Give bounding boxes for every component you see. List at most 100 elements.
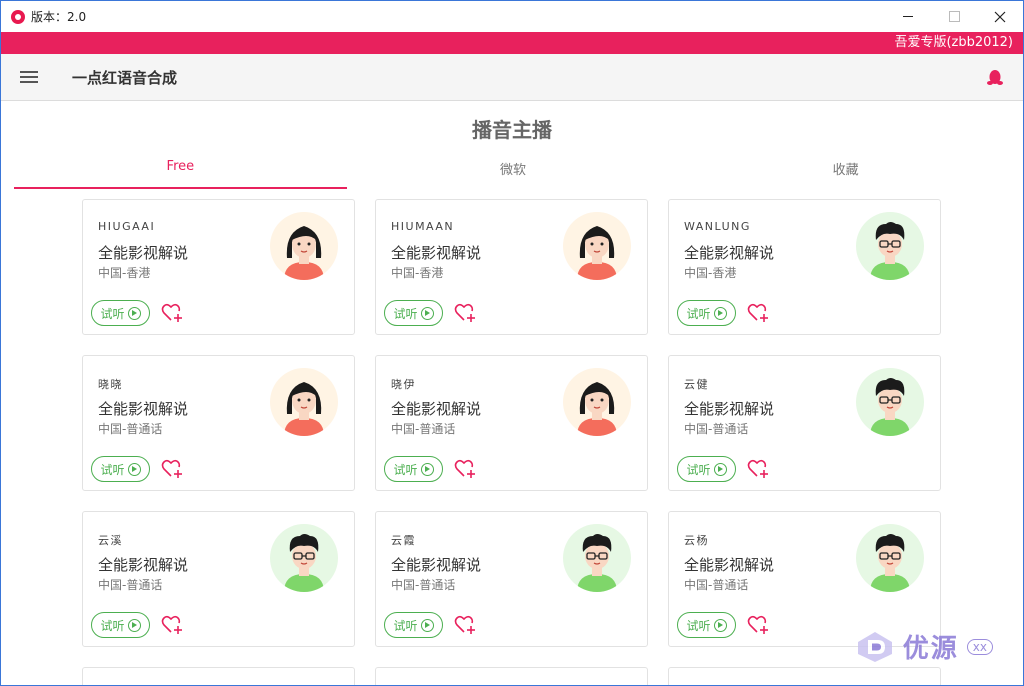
listen-button[interactable]: 试听: [91, 300, 150, 326]
listen-label: 试听: [100, 306, 125, 321]
watermark-logo-icon: [857, 631, 892, 662]
version-banner: 吾爱专版(zbb2012): [1, 32, 1023, 54]
female-avatar: [270, 212, 338, 280]
voice-card[interactable]: 晓晓全能影视解说中国-普通话 试听: [82, 355, 355, 491]
qq-penguin-icon[interactable]: [987, 69, 1003, 87]
voice-card[interactable]: 云霞全能影视解说中国-普通话 试听: [375, 511, 648, 647]
listen-label: 试听: [393, 462, 418, 477]
app-bar: 一点红语音合成: [1, 54, 1023, 101]
listen-label: 试听: [393, 618, 418, 633]
watermark-sub: xx: [966, 638, 993, 655]
listen-label: 试听: [100, 462, 125, 477]
male-avatar: [856, 368, 924, 436]
listen-button[interactable]: 试听: [677, 456, 736, 482]
female-avatar: [563, 212, 631, 280]
voice-description: 全能影视解说: [98, 244, 189, 262]
watermark: 优源 xx: [855, 628, 993, 665]
voice-region: 中国-普通话: [684, 422, 749, 436]
listen-button[interactable]: 试听: [384, 300, 443, 326]
window-title: 版本：2.0: [31, 10, 87, 24]
listen-label: 试听: [686, 306, 711, 321]
male-avatar: [856, 524, 924, 592]
window-controls: [885, 1, 1023, 32]
add-favorite-icon[interactable]: [161, 303, 183, 323]
male-avatar: [270, 524, 338, 592]
listen-label: 试听: [100, 618, 125, 633]
male-avatar: [563, 524, 631, 592]
listen-button[interactable]: 试听: [384, 456, 443, 482]
voice-name: 云溪: [98, 534, 123, 547]
voice-name: HIUMAAN: [391, 220, 455, 233]
listen-button[interactable]: 试听: [677, 300, 736, 326]
play-icon: [713, 306, 727, 320]
voice-region: 中国-普通话: [391, 578, 456, 592]
voice-card[interactable]: 云溪全能影视解说中国-普通话 试听: [82, 511, 355, 647]
male-avatar: [856, 212, 924, 280]
listen-label: 试听: [686, 618, 711, 633]
minimize-button[interactable]: [885, 1, 931, 32]
voice-card-partial[interactable]: [375, 667, 648, 685]
tab-favorites[interactable]: 收藏: [679, 151, 1012, 189]
female-avatar: [270, 368, 338, 436]
voice-card[interactable]: 云杨 全能影视解说 中国-普通话 试听: [668, 511, 941, 647]
add-favorite-icon[interactable]: [454, 459, 476, 479]
voice-region: 中国-普通话: [391, 422, 456, 436]
voice-card-partial[interactable]: [82, 667, 355, 685]
voice-description: 全能影视解说: [684, 556, 775, 574]
add-favorite-icon[interactable]: [161, 459, 183, 479]
voice-description: 全能影视解说: [684, 244, 775, 262]
listen-label: 试听: [393, 306, 418, 321]
voice-region: 中国-香港: [391, 266, 444, 280]
add-favorite-icon[interactable]: [747, 459, 769, 479]
voice-card[interactable]: WANLUNG 全能影视解说 中国-香港 试听: [668, 199, 941, 335]
voice-card[interactable]: HIUGAAI 全能影视解说 中国-香港 试听: [82, 199, 355, 335]
close-button[interactable]: [977, 1, 1023, 32]
voice-card[interactable]: 晓伊 全能影视解说 中国-普通话 试听: [375, 355, 648, 491]
play-icon: [127, 306, 141, 320]
play-icon: [420, 462, 434, 476]
female-avatar: [563, 368, 631, 436]
voice-description: 全能影视解说: [98, 400, 189, 418]
listen-label: 试听: [686, 462, 711, 477]
voice-description: 全能影视解说: [98, 556, 189, 574]
voice-region: 中国-普通话: [98, 578, 163, 592]
voice-name: 云霞: [391, 534, 416, 547]
tab-free[interactable]: Free: [14, 151, 347, 189]
title-bar: 版本：2.0: [1, 1, 1023, 32]
play-icon: [127, 462, 141, 476]
voice-card[interactable]: 云健全能影视解说中国-普通话 试听: [668, 355, 941, 491]
voice-card[interactable]: HIUMAAN 全能影视解说 中国-香港 试听: [375, 199, 648, 335]
watermark-text: 优源: [902, 634, 959, 664]
voice-region: 中国-香港: [98, 266, 151, 280]
listen-button[interactable]: 试听: [384, 612, 443, 638]
tab-bar: Free 微软 收藏: [14, 151, 1012, 189]
voice-name: 晓伊: [391, 378, 416, 391]
voice-description: 全能影视解说: [684, 400, 775, 418]
maximize-button[interactable]: [931, 1, 977, 32]
voice-region: 中国-普通话: [684, 578, 749, 592]
voice-card-grid: HIUGAAI 全能影视解说 中国-香港 试听 HIUMAAN 全能影视解说 中国-香港 试听…: [82, 199, 942, 685]
play-icon: [713, 462, 727, 476]
play-icon: [127, 618, 141, 632]
listen-button[interactable]: 试听: [91, 456, 150, 482]
play-icon: [420, 618, 434, 632]
add-favorite-icon[interactable]: [747, 303, 769, 323]
add-favorite-icon[interactable]: [747, 615, 769, 635]
voice-description: 全能影视解说: [391, 556, 482, 574]
play-icon: [420, 306, 434, 320]
voice-card-partial[interactable]: [668, 667, 941, 685]
voice-name: 晓晓: [98, 378, 123, 391]
voice-name: WANLUNG: [684, 220, 751, 233]
voice-name: 云健: [684, 378, 709, 391]
add-favorite-icon[interactable]: [454, 615, 476, 635]
hamburger-menu-icon[interactable]: [20, 70, 38, 84]
app-window: 版本：2.0 吾爱专版(zbb2012) 一点红语音合成 播音主播 Free 微…: [0, 0, 1024, 686]
tab-microsoft[interactable]: 微软: [347, 151, 680, 189]
add-favorite-icon[interactable]: [454, 303, 476, 323]
section-title: 播音主播: [472, 118, 552, 142]
app-title: 一点红语音合成: [72, 68, 178, 87]
listen-button[interactable]: 试听: [91, 612, 150, 638]
add-favorite-icon[interactable]: [161, 615, 183, 635]
voice-region: 中国-普通话: [98, 422, 163, 436]
listen-button[interactable]: 试听: [677, 612, 736, 638]
